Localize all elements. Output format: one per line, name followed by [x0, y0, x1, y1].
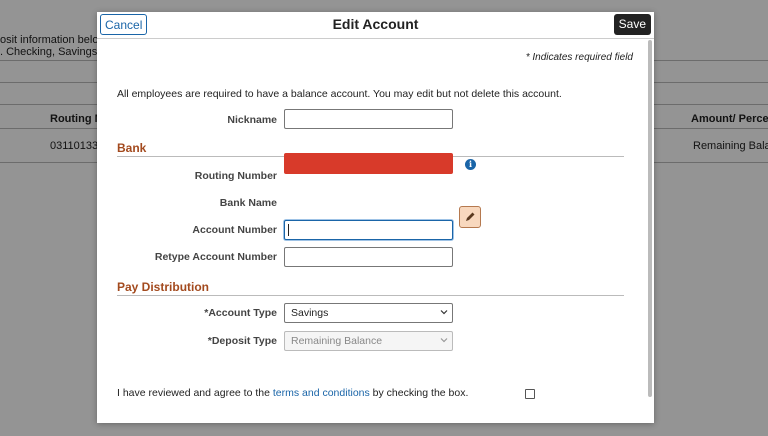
terms-link[interactable]: terms and conditions: [273, 387, 370, 399]
account-number-label: Account Number: [192, 224, 277, 236]
retype-account-number-input[interactable]: [284, 247, 453, 267]
nickname-input[interactable]: [284, 109, 453, 129]
terms-checkbox[interactable]: [525, 389, 535, 399]
cancel-button[interactable]: Cancel: [100, 14, 148, 35]
nickname-label: Nickname: [227, 114, 277, 126]
account-type-value: Savings: [291, 307, 329, 319]
pay-distribution-section-heading: Pay Distribution: [117, 280, 624, 296]
deposit-type-label: *Deposit Type: [207, 335, 277, 347]
chevron-down-icon: [440, 310, 448, 315]
terms-statement: I have reviewed and agree to the terms a…: [117, 387, 468, 399]
account-number-input[interactable]: [284, 220, 453, 240]
dialog-titlebar: Edit Account Cancel Save: [97, 12, 654, 39]
deposit-type-select: Remaining Balance: [284, 331, 453, 351]
save-button[interactable]: Save: [613, 14, 651, 35]
pencil-icon: [466, 212, 475, 221]
account-type-label: *Account Type: [204, 307, 277, 319]
scrollbar[interactable]: [648, 40, 652, 397]
edit-button[interactable]: [459, 206, 481, 228]
retype-account-number-label: Retype Account Number: [154, 251, 277, 263]
deposit-type-value: Remaining Balance: [291, 335, 383, 347]
routing-number-label: Routing Number: [194, 170, 277, 182]
text-cursor: [288, 224, 289, 236]
terms-suffix: by checking the box.: [369, 387, 469, 399]
balance-account-info: All employees are required to have a bal…: [117, 88, 562, 100]
chevron-down-icon: [440, 338, 448, 343]
terms-prefix: I have reviewed and agree to the: [117, 387, 273, 399]
dialog-content: * Indicates required field All employees…: [97, 39, 646, 423]
required-field-note: * Indicates required field: [525, 52, 633, 63]
info-icon[interactable]: i: [465, 159, 476, 170]
dialog-title: Edit Account: [332, 16, 419, 32]
edit-account-dialog: Edit Account Cancel Save * Indicates req…: [97, 12, 654, 423]
routing-number-field[interactable]: [284, 153, 453, 174]
account-type-select[interactable]: Savings: [284, 303, 453, 323]
bank-name-label: Bank Name: [219, 197, 277, 209]
